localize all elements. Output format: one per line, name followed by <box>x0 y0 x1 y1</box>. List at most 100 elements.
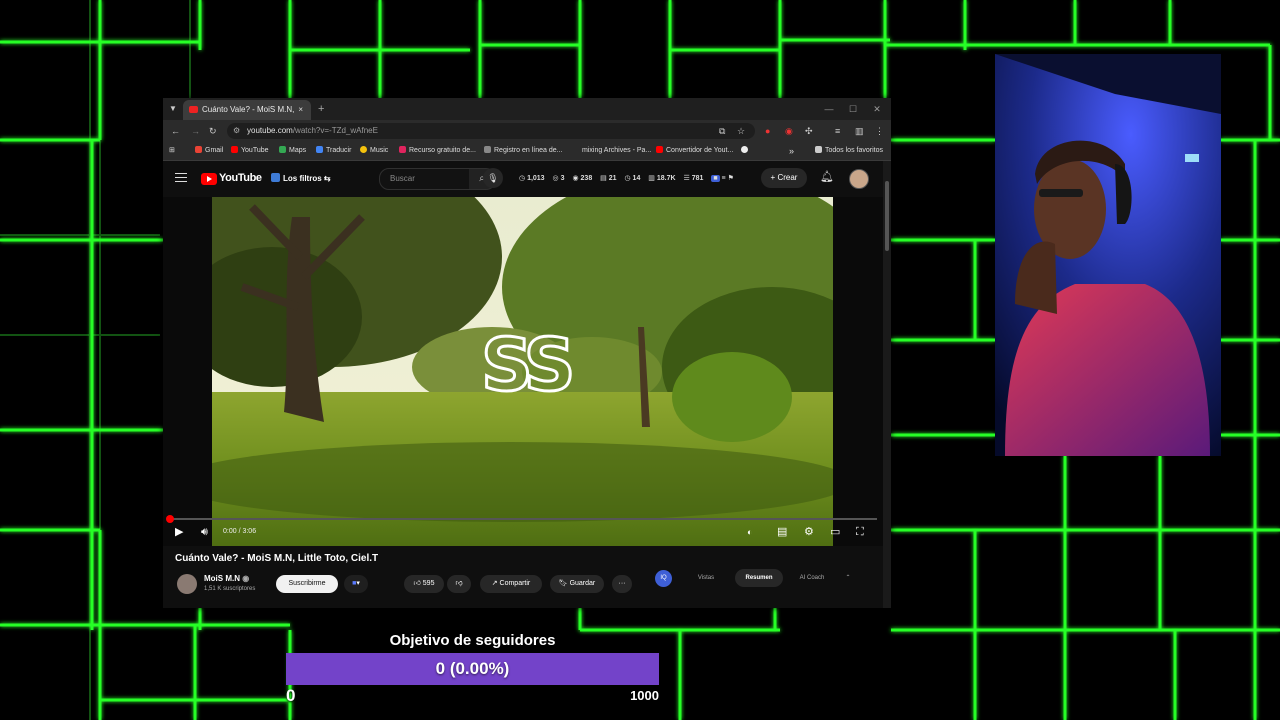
settings-gear-icon[interactable]: ⚙ <box>804 523 814 541</box>
follower-goal-target: 1000 <box>630 688 659 703</box>
bookmark-recurso[interactable]: Recurso gratuito de... <box>399 142 476 160</box>
video-time: 0:00 / 3:06 <box>223 528 257 535</box>
bookmark-star-icon[interactable]: ☆ <box>737 120 745 142</box>
url-path: /watch?v=-TZd_wAfneE <box>292 126 378 135</box>
extension-red-icon[interactable]: ● <box>765 120 770 142</box>
follower-goal-bar: 0 (0.00%) <box>286 653 659 685</box>
bookmarks-overflow-icon[interactable]: » <box>789 142 794 160</box>
bookmarks-bar: ⊞ Gmail YouTube Maps Traducir Music Recu… <box>163 142 891 161</box>
tab-close-icon[interactable]: × <box>298 100 303 120</box>
follower-goal-current: 0 <box>286 686 296 705</box>
verified-icon: ◉ <box>242 574 250 583</box>
reload-icon[interactable]: ↻ <box>209 120 217 142</box>
bookmark-traducir[interactable]: Traducir <box>316 142 351 160</box>
browser-tab-active[interactable]: Cuánto Vale? - MoiS M.N, Little Toto... … <box>183 100 311 120</box>
forward-icon[interactable]: → <box>191 120 200 142</box>
bookmark-convertidor[interactable]: Convertidor de Yout... <box>656 142 733 160</box>
video-title: Cuánto Vale? - MoiS M.N, Little Toto, Ci… <box>175 553 379 564</box>
bookmark-music[interactable]: Music <box>360 142 388 160</box>
follower-goal-progress-text: 0 (0.00%) <box>435 659 510 678</box>
extension-stats-bar: ◷ 1,013 ◎ 3 ◉ 238 ▤ 21 ◷ 14 ▥ 18.7K ☰ 78… <box>519 175 734 182</box>
voice-search-icon[interactable]: 🎙 <box>483 168 503 188</box>
dislike-button[interactable]: 👎︎ <box>447 575 471 593</box>
side-panel-icon[interactable]: ▥ <box>855 120 864 142</box>
extensions-puzzle-icon[interactable]: ✣ <box>805 120 813 142</box>
browser-toolbar: ← → ↻ ⚙ youtube.com/watch?v=-TZd_wAfneE … <box>163 120 891 142</box>
bookmark-maps[interactable]: Maps <box>279 142 306 160</box>
address-bar[interactable]: ⚙ youtube.com/watch?v=-TZd_wAfneE <box>227 123 755 139</box>
stat-views-icon: ◉ <box>572 175 581 182</box>
browser-window: ▼ Cuánto Vale? - MoiS M.N, Little Toto..… <box>163 98 891 608</box>
user-avatar[interactable] <box>849 169 869 189</box>
reading-list-icon[interactable]: ≡ <box>835 120 840 142</box>
bookmark-icon: 🔖︎ <box>558 580 570 587</box>
extension-logo-icon: IQ <box>655 570 672 587</box>
thumbs-down-icon: 👎︎ <box>455 580 463 587</box>
like-button[interactable]: 👍︎ 595 <box>404 575 444 593</box>
share-icon: ↗ <box>491 580 500 587</box>
extension-icon: ■ <box>352 580 357 587</box>
install-app-icon[interactable]: ⧉ <box>719 120 725 142</box>
search-input[interactable]: Buscar <box>379 168 471 190</box>
site-info-icon[interactable]: ⚙ <box>233 123 240 139</box>
bookmark-youtube[interactable]: YouTube <box>231 142 269 160</box>
webcam-feed <box>995 54 1221 456</box>
subtitles-icon[interactable]: ▤ <box>777 523 787 541</box>
browser-menu-icon[interactable]: ⋮ <box>875 120 884 142</box>
guide-menu-icon[interactable] <box>175 173 187 183</box>
all-bookmarks-folder[interactable]: Todos los favoritos <box>815 142 883 160</box>
notifications-bell-icon[interactable]: 🔔︎ <box>820 170 834 183</box>
stat-doc-icon: ▤ <box>600 175 609 182</box>
youtube-favicon-icon <box>189 106 198 113</box>
play-icon[interactable]: ▶ <box>175 523 183 541</box>
autoplay-toggle[interactable]: ◐ <box>747 523 752 541</box>
close-window-icon[interactable]: ✕ <box>865 98 889 120</box>
thumbs-up-icon: 👍︎ <box>413 580 423 587</box>
back-icon[interactable]: ← <box>171 120 180 142</box>
volume-icon[interactable]: 🔊︎ <box>201 523 208 541</box>
stat-clock-icon: ◷ <box>519 175 528 182</box>
fullscreen-icon[interactable]: ⛶ <box>856 523 864 541</box>
stat-people-icon: ☰ <box>683 175 692 182</box>
subscribe-button[interactable]: Suscribirme <box>276 575 338 593</box>
video-progress-bar[interactable] <box>166 515 877 523</box>
streamer-webcam-image <box>995 54 1221 456</box>
channel-avatar[interactable] <box>177 574 197 594</box>
youtube-play-icon <box>201 173 217 185</box>
tab-vistas[interactable]: Vistas <box>681 569 731 587</box>
tab-resumen[interactable]: Resumen <box>735 569 783 587</box>
more-actions-button[interactable]: ··· <box>612 575 632 593</box>
tab-search-chevron-icon[interactable]: ▼ <box>169 98 177 120</box>
collapse-chevron-icon[interactable]: ⌃ <box>841 569 855 587</box>
bookmark-mixing[interactable]: mixing Archives - Pa... <box>582 142 651 160</box>
record-extension-icon[interactable]: ◉ <box>785 120 793 142</box>
subscriber-count: 1,51 K suscriptores <box>204 586 256 592</box>
bookmark-registro[interactable]: Registro en línea de... <box>484 142 563 160</box>
save-button[interactable]: 🔖︎ Guardar <box>550 575 604 593</box>
share-button[interactable]: ↗ Compartir <box>480 575 542 593</box>
video-overlay-logo: SS <box>479 322 577 409</box>
filters-icon <box>271 173 280 182</box>
extension-subscribe-badge[interactable]: ■▾ <box>344 575 368 593</box>
bookmark-gmail[interactable]: Gmail <box>195 142 223 160</box>
scrollbar-thumb[interactable] <box>885 181 889 251</box>
theater-mode-icon[interactable]: ▭ <box>830 523 840 541</box>
stat-eye-icon: ◎ <box>552 175 561 182</box>
minimize-icon[interactable]: — <box>817 98 841 120</box>
tab-ai-coach[interactable]: AI Coach <box>787 569 837 587</box>
maximize-icon[interactable]: ☐ <box>841 98 865 120</box>
apps-grid-icon[interactable]: ⊞ <box>169 142 175 160</box>
bookmark-misc-icon[interactable] <box>741 142 751 160</box>
extension-side-panel: IQ Vistas Resumen AI Coach ⌃ <box>649 566 863 592</box>
progress-scrubber[interactable] <box>166 515 174 523</box>
channel-name[interactable]: MoiS M.N ◉ <box>204 574 249 583</box>
extension-badge-icon[interactable]: ■ <box>711 175 720 182</box>
page-scrollbar[interactable] <box>883 161 891 608</box>
new-tab-button[interactable]: + <box>318 98 324 120</box>
video-player[interactable]: SS ▶ 🔊︎ 0:00 / 3:06 ◐ ▤ ⚙ ▭ ⛶ <box>163 197 883 546</box>
filters-extension-button[interactable]: Los filtros ⇆ <box>271 172 331 186</box>
url-text: youtube.com/watch?v=-TZd_wAfneE <box>247 123 378 139</box>
stat-chart-icon: ▥ <box>648 175 657 182</box>
stat-time-icon: ◷ <box>624 175 633 182</box>
create-button[interactable]: + Crear <box>761 168 807 188</box>
